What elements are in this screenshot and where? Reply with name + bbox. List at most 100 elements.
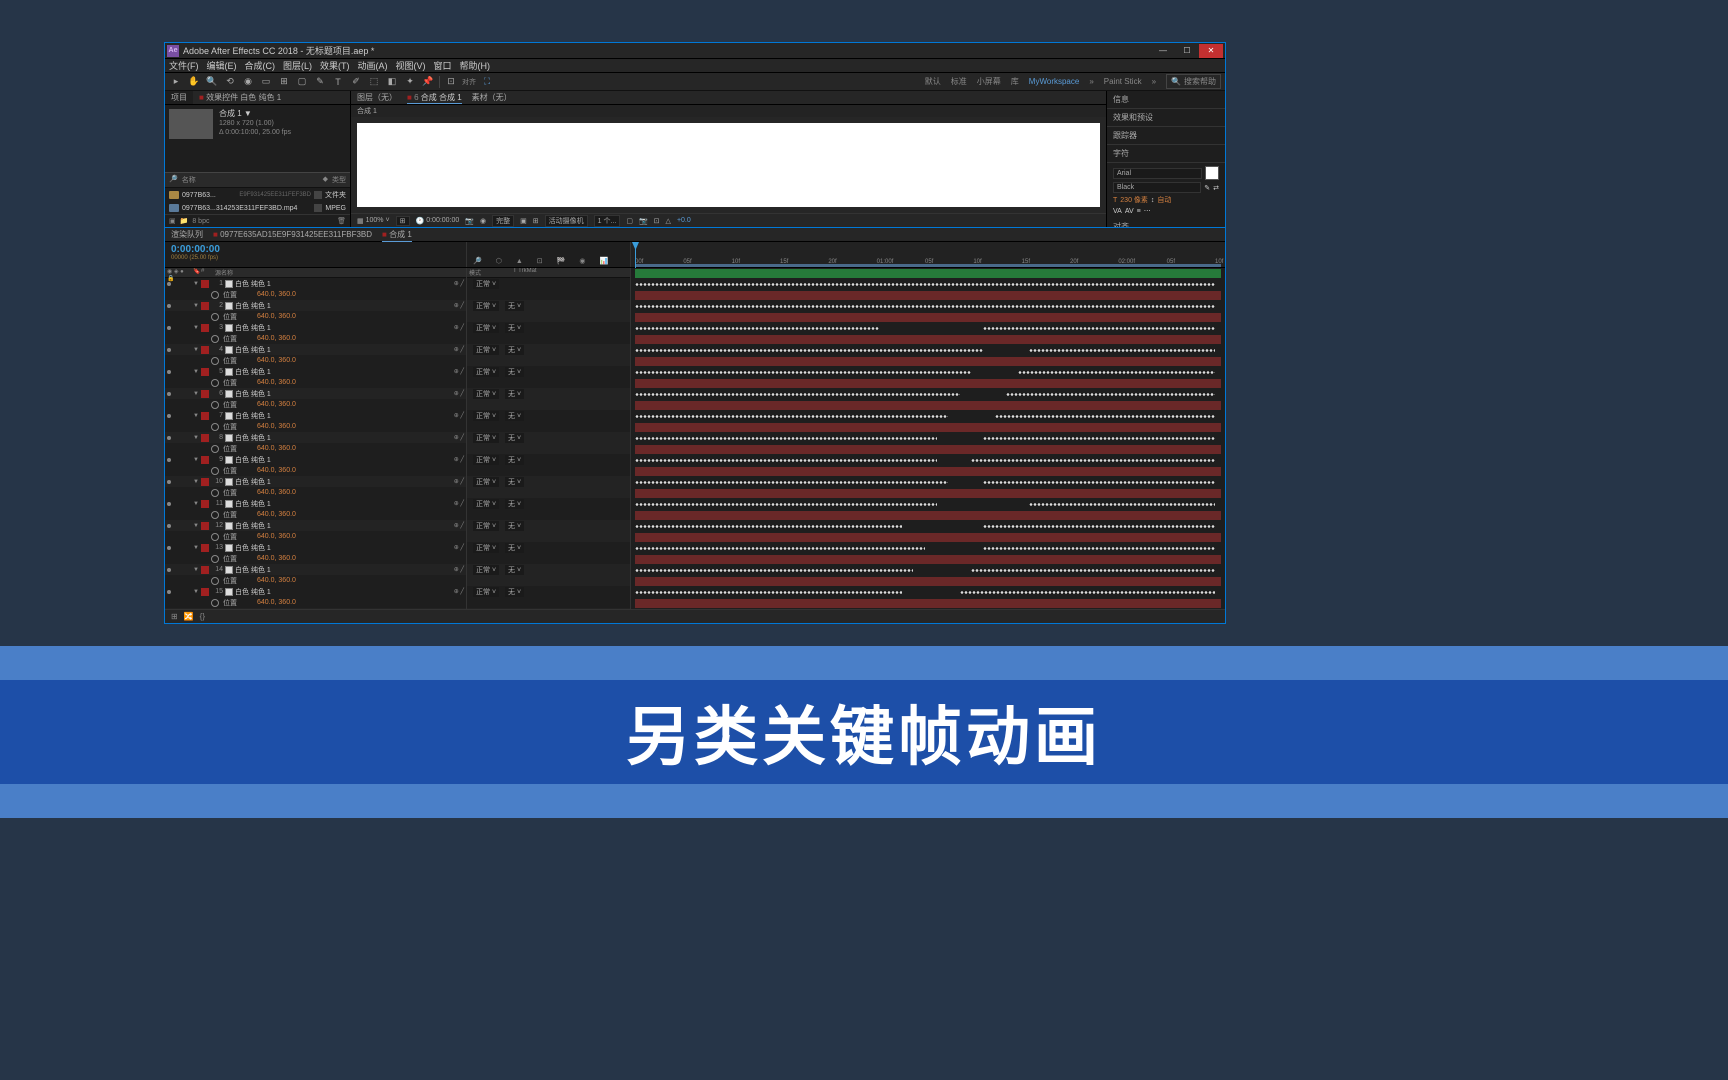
layer-bar[interactable] — [635, 533, 1221, 542]
stopwatch-icon[interactable] — [211, 577, 219, 585]
workspace-default[interactable]: 默认 — [925, 76, 941, 87]
views-dropdown[interactable]: 1 个... — [594, 215, 621, 227]
layer-bar[interactable] — [635, 401, 1221, 410]
close-button[interactable]: ✕ — [1199, 44, 1223, 58]
snap-icon[interactable]: ⊡ — [444, 75, 458, 89]
snap-expand-icon[interactable]: ⛶ — [480, 75, 494, 89]
property-value[interactable]: 640.0, 360.0 — [257, 357, 296, 364]
stopwatch-icon[interactable] — [211, 445, 219, 453]
property-value[interactable]: 640.0, 360.0 — [257, 335, 296, 342]
property-value[interactable]: 640.0, 360.0 — [257, 401, 296, 408]
track-bar-row[interactable] — [631, 268, 1225, 279]
track-bar-row[interactable] — [631, 576, 1225, 587]
keyframe-row[interactable] — [631, 543, 1225, 554]
keyframe-row[interactable] — [631, 323, 1225, 334]
switches[interactable]: ⊕ ╱ — [454, 588, 464, 595]
bpc-toggle[interactable]: 8 bpc — [192, 218, 209, 225]
track-bar-row[interactable] — [631, 488, 1225, 499]
font-family-dropdown[interactable]: Arial — [1113, 168, 1202, 179]
track-bar-row[interactable] — [631, 290, 1225, 301]
panel-info[interactable]: 信息 — [1107, 91, 1225, 109]
minimize-button[interactable]: — — [1151, 44, 1175, 58]
visibility-toggles[interactable] — [167, 502, 191, 506]
layer-name[interactable]: 白色 纯色 1 — [235, 411, 452, 421]
twirl-icon[interactable]: ▼ — [193, 523, 199, 529]
layer-name[interactable]: 白色 纯色 1 — [235, 521, 452, 531]
property-value[interactable]: 640.0, 360.0 — [257, 555, 296, 562]
search-help[interactable]: 🔍 搜索帮助 — [1166, 74, 1221, 89]
resolution-picker[interactable]: ⊞ — [396, 216, 410, 226]
trkmat-dropdown[interactable]: 无 ˅ — [505, 433, 524, 443]
twirl-icon[interactable]: ▼ — [193, 457, 199, 463]
twirl-icon[interactable]: ▼ — [193, 435, 199, 441]
keyframe-segment[interactable] — [635, 546, 925, 551]
layer-row[interactable]: ▼9白色 纯色 1⊕ ╱ — [165, 454, 466, 465]
layer-name[interactable]: 白色 纯色 1 — [235, 345, 452, 355]
keyframe-segment[interactable] — [983, 546, 1215, 551]
zoom-tool-icon[interactable]: 🔍 — [205, 75, 219, 89]
property-row[interactable]: 位置640.0, 360.0 — [165, 311, 466, 322]
twirl-icon[interactable]: ▼ — [193, 281, 199, 287]
workspace-paintstick[interactable]: Paint Stick — [1104, 77, 1142, 86]
stopwatch-icon[interactable] — [211, 335, 219, 343]
visibility-toggles[interactable] — [167, 370, 191, 374]
layer-name[interactable]: 白色 纯色 1 — [235, 587, 452, 597]
switches[interactable]: ⊕ ╱ — [454, 280, 464, 287]
shape-tool-icon[interactable]: ▢ — [295, 75, 309, 89]
trkmat-dropdown[interactable]: 无 ˅ — [505, 543, 524, 553]
workspace-overflow2-icon[interactable]: » — [1152, 77, 1156, 86]
visibility-toggles[interactable] — [167, 546, 191, 550]
trkmat-dropdown[interactable]: 无 ˅ — [505, 455, 524, 465]
trkmat-dropdown[interactable]: 无 ˅ — [505, 521, 524, 531]
blend-mode-dropdown[interactable]: 正常 ˅ — [473, 499, 499, 509]
keyframe-segment[interactable] — [635, 458, 937, 463]
keyframe-row[interactable] — [631, 433, 1225, 444]
switches[interactable]: ⊕ ╱ — [454, 544, 464, 551]
switches[interactable]: ⊕ ╱ — [454, 302, 464, 309]
tab-render-queue[interactable]: 渲染队列 — [171, 228, 203, 241]
property-value[interactable]: 640.0, 360.0 — [257, 313, 296, 320]
keyframe-segment[interactable] — [1006, 392, 1215, 397]
layer-row[interactable]: ▼5白色 纯色 1⊕ ╱ — [165, 366, 466, 377]
search-layers-icon[interactable]: 🔎 — [473, 257, 482, 265]
col-name[interactable]: 名称 — [182, 175, 319, 185]
blend-mode-dropdown[interactable]: 正常 ˅ — [473, 389, 499, 399]
trkmat-dropdown[interactable]: 无 ˅ — [505, 389, 524, 399]
layer-name[interactable]: 白色 纯色 1 — [235, 279, 452, 289]
anchor-tool-icon[interactable]: ⊞ — [277, 75, 291, 89]
pen-tool-icon[interactable]: ✎ — [313, 75, 327, 89]
visibility-toggles[interactable] — [167, 392, 191, 396]
layer-row[interactable]: ▼2白色 纯色 1⊕ ╱ — [165, 300, 466, 311]
property-row[interactable]: 位置640.0, 360.0 — [165, 377, 466, 388]
keyframe-row[interactable] — [631, 499, 1225, 510]
track-bar-row[interactable] — [631, 356, 1225, 367]
visibility-toggles[interactable] — [167, 304, 191, 308]
layer-row[interactable]: ▼13白色 纯色 1⊕ ╱ — [165, 542, 466, 553]
layer-name[interactable]: 白色 纯色 1 — [235, 543, 452, 553]
layer-bar[interactable] — [635, 423, 1221, 432]
property-value[interactable]: 640.0, 360.0 — [257, 379, 296, 386]
keyframe-segment[interactable] — [635, 502, 937, 507]
keyframe-segment[interactable] — [635, 568, 913, 573]
keyframe-row[interactable] — [631, 565, 1225, 576]
switches[interactable]: ⊕ ╱ — [454, 478, 464, 485]
track-bar-row[interactable] — [631, 466, 1225, 477]
graph-editor-icon[interactable]: 📊 — [599, 257, 608, 265]
snapshot-icon[interactable]: 📷 — [465, 217, 474, 225]
font-size-value[interactable]: 230 像素 — [1120, 195, 1148, 205]
visibility-toggles[interactable] — [167, 480, 191, 484]
hand-tool-icon[interactable]: ✋ — [187, 75, 201, 89]
stopwatch-icon[interactable] — [211, 357, 219, 365]
workspace-active[interactable]: MyWorkspace — [1029, 77, 1080, 86]
keyframe-row[interactable] — [631, 367, 1225, 378]
layer-row[interactable]: ▼8白色 纯色 1⊕ ╱ — [165, 432, 466, 443]
menu-composition[interactable]: 合成(C) — [245, 59, 276, 72]
panel-character[interactable]: 字符 — [1107, 145, 1225, 163]
layer-label-swatch[interactable] — [201, 588, 209, 596]
twirl-icon[interactable]: ▼ — [193, 567, 199, 573]
layer-bar[interactable] — [635, 379, 1221, 388]
menu-edit[interactable]: 编辑(E) — [207, 59, 237, 72]
blend-mode-dropdown[interactable]: 正常 ˅ — [473, 477, 499, 487]
trkmat-dropdown[interactable]: 无 ˅ — [505, 323, 524, 333]
project-item-folder[interactable]: 0977B63... E9F931425EE311FEF3BD 文件夹 — [165, 188, 350, 202]
